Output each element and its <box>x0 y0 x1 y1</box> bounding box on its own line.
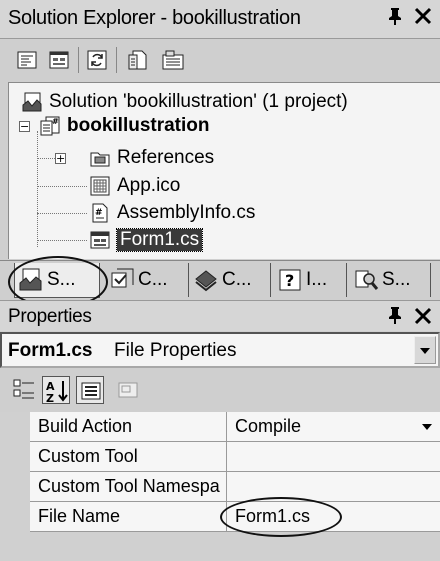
tab-class-view[interactable]: C... <box>106 263 189 297</box>
chevron-down-icon <box>420 348 430 354</box>
object-dropdown-button[interactable] <box>414 336 436 364</box>
properties-icon[interactable] <box>160 47 186 73</box>
project-icon: # <box>39 115 61 137</box>
form1-label: Form1.cs <box>115 228 204 252</box>
references-label: References <box>117 147 215 168</box>
tree-connector <box>37 213 87 214</box>
show-all-files-icon[interactable] <box>124 47 150 73</box>
categorized-icon[interactable] <box>10 376 38 404</box>
property-name-cell: Build Action <box>30 412 227 441</box>
property-name-cell: Custom Tool Namespa <box>30 472 227 501</box>
form-file-icon <box>89 229 111 251</box>
project-label: bookillustration <box>67 115 210 136</box>
properties-title: Properties <box>8 306 92 327</box>
events-icon[interactable] <box>114 376 142 404</box>
property-name: Build Action <box>38 416 133 436</box>
solution-tree[interactable]: Solution 'bookillustration' (1 project) … <box>8 82 440 259</box>
solution-icon <box>21 91 43 113</box>
property-value-cell[interactable] <box>227 472 440 501</box>
svg-text:#: # <box>52 117 59 126</box>
expand-references-icon[interactable]: + <box>55 153 66 164</box>
highlight-circle <box>220 497 342 537</box>
tree-connector <box>37 131 38 247</box>
properties-titlebar: Properties <box>0 300 440 331</box>
svg-text:#: # <box>95 208 103 218</box>
cs-file-icon: # <box>89 202 111 224</box>
tab-label: C... <box>138 269 168 290</box>
property-name: Custom Tool Namespa <box>38 476 220 496</box>
property-pages-icon[interactable] <box>76 376 104 404</box>
solution-explorer-title: Solution Explorer - bookillustration <box>8 7 301 29</box>
object-type: File Properties <box>114 340 237 361</box>
references-icon <box>89 147 111 169</box>
svg-text:?: ? <box>285 271 294 290</box>
property-name-cell: File Name <box>30 502 227 531</box>
property-value-cell[interactable] <box>227 442 440 471</box>
solution-explorer-toolbar <box>0 39 440 81</box>
tree-node-solution[interactable]: Solution 'bookillustration' (1 project) <box>21 89 348 115</box>
tree-node-assemblyinfo[interactable]: # AssemblyInfo.cs <box>89 200 255 226</box>
property-row[interactable]: Custom Tool <box>30 442 440 472</box>
tree-connector <box>37 186 87 187</box>
toolbar-separator <box>78 47 79 73</box>
property-value-cell[interactable]: Compile <box>227 412 440 441</box>
tab-search[interactable]: S... <box>350 263 431 297</box>
tree-connector <box>37 240 87 241</box>
chevron-down-icon[interactable] <box>422 424 432 430</box>
tab-label: I... <box>306 269 328 290</box>
property-name: File Name <box>38 506 121 526</box>
index-icon: ? <box>277 267 303 293</box>
toolbar-separator <box>116 47 117 73</box>
tab-index[interactable]: ? I... <box>274 263 347 297</box>
search-icon <box>353 267 379 293</box>
solution-explorer-titlebar: Solution Explorer - bookillustration <box>0 0 440 39</box>
ico-file-icon <box>89 175 111 197</box>
tab-contents[interactable]: C... <box>190 263 271 297</box>
pin-icon[interactable] <box>388 305 402 330</box>
property-name: Custom Tool <box>38 446 138 466</box>
tree-node-app-ico[interactable]: App.ico <box>89 173 180 199</box>
property-row[interactable]: Build Action Compile <box>30 412 440 442</box>
app-ico-label: App.ico <box>117 175 181 196</box>
close-icon[interactable] <box>414 304 432 331</box>
tree-node-references[interactable]: References <box>89 145 214 171</box>
tab-label: C... <box>222 269 252 290</box>
pin-icon[interactable] <box>388 6 402 32</box>
refresh-icon[interactable] <box>84 47 110 73</box>
collapse-project-icon[interactable]: − <box>19 121 30 132</box>
property-name-cell: Custom Tool <box>30 442 227 471</box>
alphabetical-icon[interactable]: AZ <box>42 376 70 405</box>
solution-label: Solution 'bookillustration' (1 project) <box>49 91 348 112</box>
property-grid: Build Action Compile Custom Tool Custom … <box>0 412 440 561</box>
assemblyinfo-label: AssemblyInfo.cs <box>117 202 256 223</box>
tree-connector <box>37 158 55 159</box>
view-designer-icon[interactable] <box>46 47 72 73</box>
object-name: Form1.cs <box>8 340 93 361</box>
properties-toolbar: AZ <box>0 370 440 410</box>
close-icon[interactable] <box>414 4 432 32</box>
svg-text:Z: Z <box>46 392 54 405</box>
property-row[interactable]: Custom Tool Namespa <box>30 472 440 502</box>
tree-node-project[interactable]: # bookillustration <box>39 113 210 139</box>
view-code-icon[interactable] <box>14 47 40 73</box>
tree-node-form1[interactable]: Form1.cs <box>89 227 204 253</box>
property-value: Compile <box>235 416 302 436</box>
contents-icon <box>193 267 219 293</box>
tab-label: S... <box>382 269 411 290</box>
class-view-icon <box>109 267 135 293</box>
object-selector[interactable]: Form1.cs File Properties <box>0 332 440 368</box>
